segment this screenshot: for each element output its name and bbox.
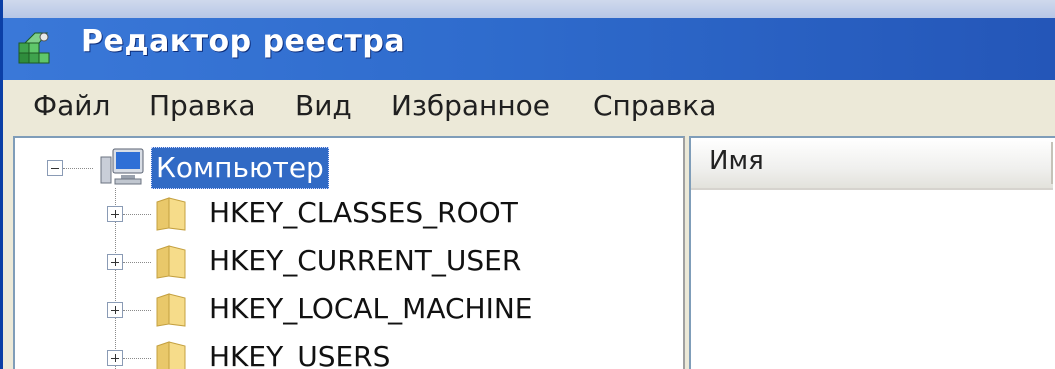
folder-icon <box>156 341 186 369</box>
tree-connector <box>123 358 151 359</box>
menu-help[interactable]: Справка <box>593 89 716 122</box>
values-list-pane[interactable]: Имя <box>689 136 1055 369</box>
computer-icon <box>100 148 144 185</box>
window-title: Редактор реестра <box>81 24 406 59</box>
folder-icon <box>156 293 186 327</box>
folder-icon <box>156 245 186 279</box>
tree-item-hkey-classes-root[interactable]: HKEY_CLASSES_ROOT <box>209 196 518 229</box>
expand-icon[interactable] <box>107 254 123 270</box>
menu-edit[interactable]: Правка <box>149 89 256 122</box>
menu-view[interactable]: Вид <box>295 89 352 122</box>
expand-icon[interactable] <box>107 302 123 318</box>
tree-connector <box>123 214 151 215</box>
expand-icon[interactable] <box>107 206 123 222</box>
collapse-icon[interactable] <box>47 160 63 176</box>
column-header-name[interactable]: Имя <box>691 138 1053 190</box>
menu-file[interactable]: Файл <box>33 89 110 122</box>
tree-connector <box>123 310 151 311</box>
tree-connector <box>63 168 93 169</box>
tree-root-computer[interactable]: Компьютер <box>151 147 329 189</box>
tree-item-hkey-current-user[interactable]: HKEY_CURRENT_USER <box>209 244 521 277</box>
tree-connector <box>123 262 151 263</box>
column-separator[interactable] <box>1051 142 1053 184</box>
registry-editor-window: Редактор реестра Файл Правка Вид Избранн… <box>0 0 1055 369</box>
expand-icon[interactable] <box>107 350 123 366</box>
regedit-icon <box>18 32 50 64</box>
column-header-label: Имя <box>709 146 764 176</box>
tree-item-hkey-users[interactable]: HKEY_USERS <box>209 340 390 369</box>
folder-icon <box>156 197 186 231</box>
tree-item-hkey-local-machine[interactable]: HKEY_LOCAL_MACHINE <box>209 292 532 325</box>
window-top-edge <box>3 0 1055 18</box>
menu-favorites[interactable]: Избранное <box>391 89 550 122</box>
